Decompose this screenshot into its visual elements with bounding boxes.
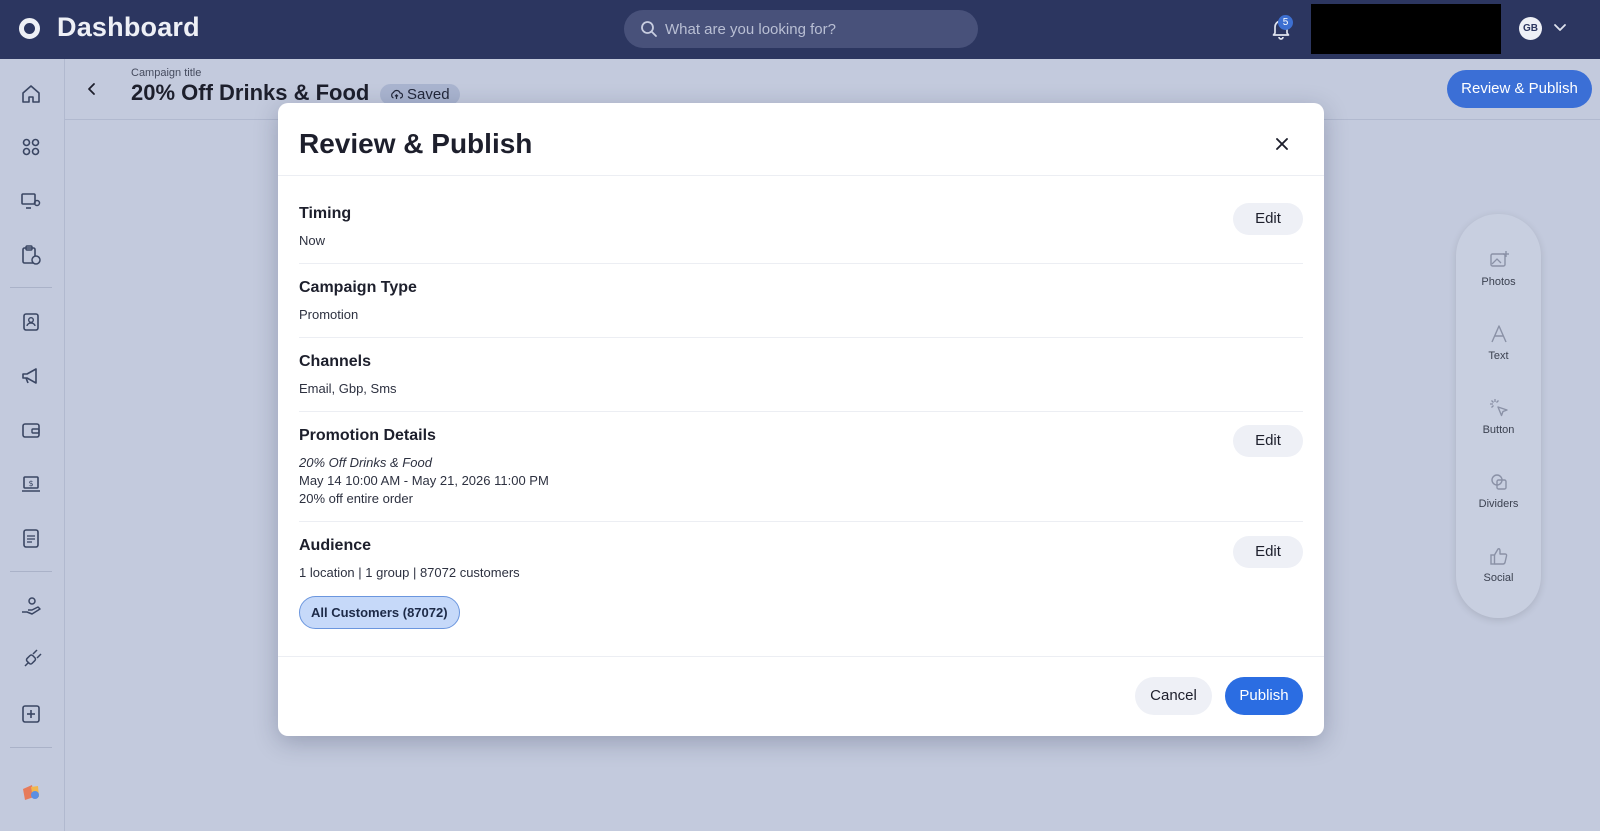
search-icon — [641, 21, 657, 37]
app-title: Dashboard — [57, 12, 200, 42]
edit-timing-button[interactable]: Edit — [1233, 203, 1303, 235]
clipboard-clock-icon[interactable] — [20, 244, 42, 266]
logo-icon[interactable] — [19, 18, 40, 39]
edit-audience-button[interactable]: Edit — [1233, 536, 1303, 568]
saved-status-badge: Saved — [380, 84, 460, 105]
modal-divider — [278, 175, 1324, 176]
promotion-name: 20% Off Drinks & Food — [299, 455, 432, 470]
chevron-down-icon[interactable] — [1553, 23, 1567, 33]
sidebar: $ — [0, 59, 65, 831]
brand-logo-icon[interactable] — [20, 781, 42, 803]
wallet-icon[interactable] — [20, 419, 42, 441]
plug-icon[interactable] — [20, 649, 42, 671]
search-bar[interactable] — [624, 10, 978, 48]
modal-footer-divider — [278, 656, 1324, 657]
tool-label: Social — [1483, 572, 1514, 584]
sidebar-divider — [10, 571, 52, 572]
avatar[interactable]: GB — [1519, 17, 1542, 40]
campaign-title-label: Campaign title — [131, 67, 202, 79]
tool-dividers[interactable]: Dividers — [1456, 470, 1541, 510]
audience-summary: 1 location | 1 group | 87072 customers — [299, 565, 520, 580]
redacted-area — [1311, 4, 1501, 54]
tool-photos[interactable]: Photos — [1456, 248, 1541, 288]
tool-text[interactable]: Text — [1456, 322, 1541, 362]
edit-promotion-button[interactable]: Edit — [1233, 425, 1303, 457]
svg-text:$: $ — [28, 479, 33, 488]
cloud-upload-icon — [391, 89, 403, 99]
top-bar: Dashboard 5 GB — [0, 0, 1600, 59]
monitor-settings-icon[interactable] — [20, 190, 42, 212]
back-chevron-icon[interactable] — [86, 81, 98, 97]
section-divider — [299, 337, 1303, 338]
promotion-dates: May 14 10:00 AM - May 21, 2026 11:00 PM — [299, 473, 549, 488]
close-icon[interactable] — [1268, 130, 1296, 158]
promotion-details-title: Promotion Details — [299, 427, 436, 444]
dividers-icon — [1490, 474, 1507, 490]
search-input[interactable] — [665, 10, 965, 48]
tool-label: Photos — [1481, 276, 1516, 288]
section-divider — [299, 521, 1303, 522]
photo-add-icon — [1489, 251, 1509, 267]
campaign-type-title: Campaign Type — [299, 279, 417, 296]
tool-label: Dividers — [1478, 498, 1519, 510]
megaphone-icon[interactable] — [20, 365, 42, 387]
plus-square-icon[interactable] — [20, 703, 42, 725]
channels-title: Channels — [299, 353, 372, 370]
review-publish-modal: Review & Publish Timing Now Edit Campaig… — [278, 103, 1324, 736]
saved-status-text: Saved — [407, 86, 450, 103]
sidebar-divider — [10, 287, 52, 288]
tool-button[interactable]: Button — [1456, 396, 1541, 436]
section-divider — [299, 263, 1303, 264]
modal-title: Review & Publish — [299, 128, 533, 159]
publish-button[interactable]: Publish — [1225, 677, 1303, 715]
section-divider — [299, 411, 1303, 412]
hand-person-icon[interactable] — [20, 595, 42, 617]
campaign-type-value: Promotion — [299, 307, 359, 322]
tool-social[interactable]: Social — [1456, 544, 1541, 584]
review-publish-button[interactable]: Review & Publish — [1447, 70, 1592, 108]
audience-title: Audience — [299, 537, 372, 554]
channels-value: Email, Gbp, Sms — [299, 381, 397, 396]
tool-label: Text — [1488, 350, 1509, 362]
notification-badge: 5 — [1278, 15, 1293, 30]
laptop-dollar-icon[interactable]: $ — [20, 473, 42, 495]
apps-icon[interactable] — [20, 136, 42, 158]
contacts-icon[interactable] — [20, 311, 42, 333]
thumbs-up-icon — [1489, 548, 1507, 565]
content-toolbox: Photos Text Button Dividers Social — [1456, 214, 1541, 618]
document-icon[interactable] — [20, 527, 42, 549]
tool-label: Button — [1482, 424, 1515, 436]
sidebar-divider — [10, 747, 52, 748]
home-icon[interactable] — [20, 83, 42, 105]
timing-value: Now — [299, 233, 326, 248]
text-icon — [1490, 325, 1507, 343]
cancel-button[interactable]: Cancel — [1135, 677, 1212, 715]
audience-chip[interactable]: All Customers (87072) — [299, 596, 460, 629]
timing-title: Timing — [299, 205, 352, 222]
cursor-click-icon — [1489, 399, 1508, 417]
promotion-offer: 20% off entire order — [299, 491, 413, 506]
